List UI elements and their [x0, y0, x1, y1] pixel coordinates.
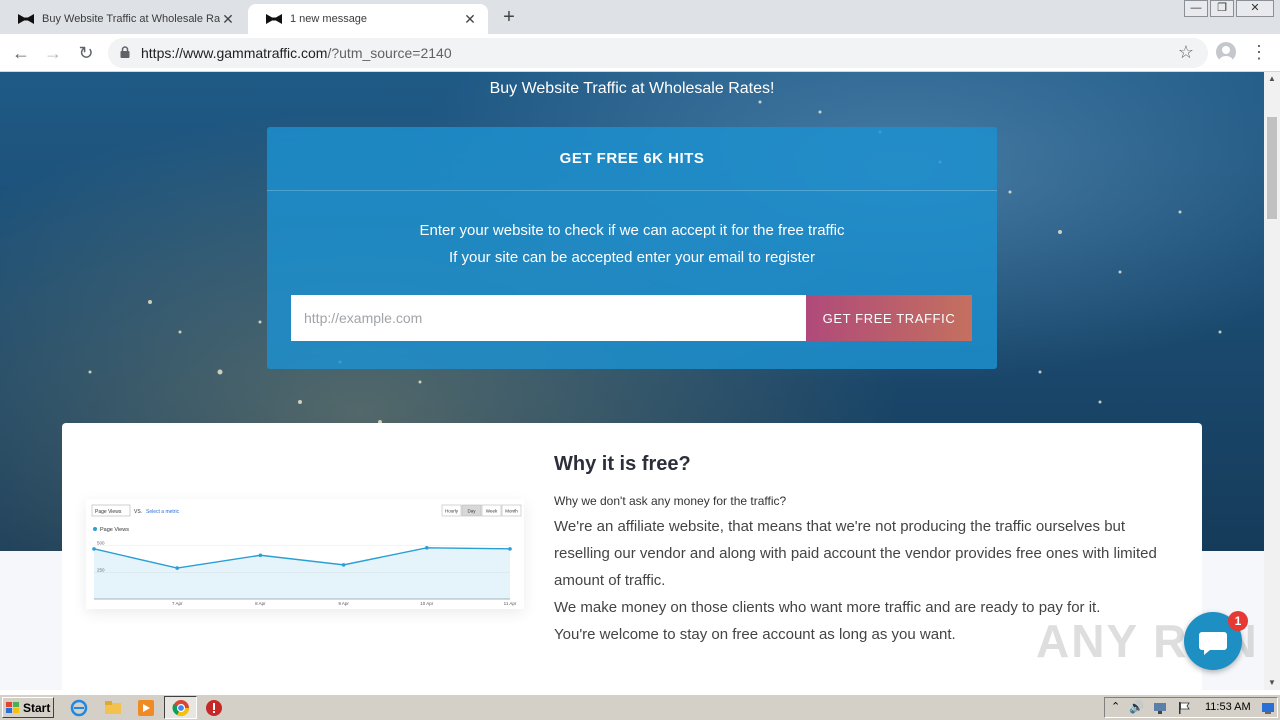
- get-free-traffic-button[interactable]: GET FREE TRAFFIC: [806, 295, 972, 341]
- vs-label: VS.: [134, 509, 142, 515]
- data-point: [341, 563, 346, 567]
- card-line-1: Enter your website to check if we can ac…: [419, 222, 845, 239]
- section-title: Why it is free?: [554, 453, 691, 475]
- tab-title: Buy Website Traffic at Wholesale Ra: [42, 13, 220, 25]
- reload-icon[interactable]: ↻: [75, 42, 97, 64]
- restore-button[interactable]: ❐: [1210, 0, 1234, 17]
- section-subtitle: Why we don't ask any money for the traff…: [554, 494, 787, 508]
- y-tick-label: 500: [97, 541, 105, 546]
- windows-flag-icon: [6, 701, 19, 713]
- page-scrollbar[interactable]: ▲ ▼: [1264, 72, 1280, 690]
- data-point: [425, 546, 429, 550]
- show-desktop-icon[interactable]: [1261, 701, 1275, 715]
- chat-unread-badge: 1: [1228, 611, 1248, 631]
- back-arrow-icon[interactable]: ←: [10, 42, 32, 64]
- internet-explorer-icon[interactable]: [70, 699, 88, 717]
- website-form: GET FREE TRAFFIC: [291, 295, 972, 341]
- tab-close-icon[interactable]: ✕: [462, 11, 478, 28]
- tab-title: 1 new message: [290, 13, 368, 25]
- chart-plot-area: 5002507 Apr8 Apr9 Apr10 Apr11 Apr: [92, 541, 517, 606]
- chrome-icon: [172, 700, 190, 717]
- scroll-up-arrow-icon[interactable]: ▲: [1264, 72, 1280, 86]
- minimize-button[interactable]: —: [1184, 0, 1208, 17]
- stop-sign-icon[interactable]: [205, 699, 223, 717]
- data-point: [175, 566, 179, 570]
- lock-icon: [120, 46, 130, 58]
- range-label-week: Week: [486, 509, 498, 514]
- x-tick-label: 11 Apr: [504, 601, 517, 606]
- website-url-input[interactable]: [291, 295, 806, 341]
- flag-notification-icon[interactable]: [1177, 701, 1191, 715]
- close-window-button[interactable]: ✕: [1236, 0, 1274, 17]
- window-controls: — ❐ ✕: [1182, 0, 1274, 17]
- hero-tagline: Buy Website Traffic at Wholesale Rates!: [489, 80, 775, 97]
- bowtie-favicon-icon: [266, 14, 282, 24]
- clock: 11:53 AM: [1205, 701, 1251, 713]
- start-label: Start: [23, 700, 51, 715]
- data-point: [508, 547, 512, 551]
- tab-buy-website-traffic[interactable]: Buy Website Traffic at Wholesale Ra ✕: [0, 4, 246, 34]
- tab-strip: Buy Website Traffic at Wholesale Ra ✕ 1 …: [0, 0, 1280, 34]
- free-hits-card: GET FREE 6K HITS Enter your website to c…: [267, 127, 997, 369]
- start-button[interactable]: Start: [2, 697, 54, 718]
- x-tick-label: 9 Apr: [338, 601, 349, 606]
- network-icon[interactable]: [1153, 701, 1167, 715]
- page-viewport: Buy Website Traffic at Wholesale Rates! …: [0, 72, 1264, 690]
- browser-toolbar: ← → ↻ https://www.gammatraffic.com/?utm_…: [0, 34, 1280, 72]
- range-label-day: Day: [467, 509, 476, 514]
- url-path: /?utm_source=2140: [327, 45, 452, 61]
- url-host: https://www.gammatraffic.com: [141, 45, 328, 61]
- analytics-chart-image: Page Views VS. Select a metric Hourly Day…: [86, 499, 524, 609]
- page-views-chart: Page Views VS. Select a metric Hourly Day…: [91, 504, 522, 606]
- card-line-2: If your site can be accepted enter your …: [448, 249, 816, 266]
- metric-select-label: Page Views: [95, 509, 122, 515]
- windows-taskbar: Start ⌃ 🔊 11:53 AM: [0, 694, 1280, 720]
- range-label-month: Month: [505, 509, 518, 514]
- tray-expand-icon[interactable]: ⌃: [1111, 700, 1120, 713]
- why-free-section: Page Views VS. Select a metric Hourly Day…: [62, 423, 1202, 690]
- x-tick-label: 10 Apr: [420, 601, 434, 606]
- bookmark-star-icon[interactable]: ☆: [1178, 42, 1194, 63]
- card-title: GET FREE 6K HITS: [267, 127, 997, 191]
- scroll-thumb[interactable]: [1267, 117, 1277, 219]
- x-tick-label: 7 Apr: [172, 601, 183, 606]
- range-buttons: Hourly Day Week Month: [441, 504, 522, 517]
- x-tick-label: 8 Apr: [255, 601, 266, 606]
- legend-label: Page Views: [100, 527, 129, 533]
- chrome-taskbar-button[interactable]: [164, 696, 197, 719]
- forward-arrow-icon[interactable]: →: [42, 42, 64, 64]
- media-player-icon[interactable]: [137, 699, 155, 717]
- tab-new-message[interactable]: 1 new message ✕: [248, 4, 488, 34]
- range-label-hourly: Hourly: [445, 509, 459, 514]
- select-metric-link: Select a metric: [146, 509, 180, 515]
- address-bar[interactable]: https://www.gammatraffic.com/?utm_source…: [108, 38, 1208, 68]
- system-tray: ⌃ 🔊 11:53 AM: [1104, 697, 1278, 718]
- data-point: [258, 553, 263, 558]
- new-tab-plus-icon[interactable]: +: [498, 6, 520, 29]
- folder-icon[interactable]: [104, 699, 122, 717]
- series-area: [94, 547, 510, 599]
- menu-kebab-icon[interactable]: ⋮: [1250, 40, 1268, 64]
- body-paragraph-1: We're an affiliate website, that means t…: [554, 518, 1157, 589]
- legend-dot-icon: [93, 527, 97, 531]
- url-text[interactable]: https://www.gammatraffic.com/?utm_source…: [141, 45, 452, 61]
- card-description: Enter your website to check if we can ac…: [267, 217, 997, 271]
- profile-avatar-icon[interactable]: [1216, 42, 1236, 62]
- tab-close-icon[interactable]: ✕: [220, 11, 236, 28]
- data-point: [92, 547, 96, 551]
- volume-icon[interactable]: 🔊: [1129, 700, 1144, 714]
- bowtie-favicon-icon: [18, 14, 34, 24]
- scroll-down-arrow-icon[interactable]: ▼: [1264, 676, 1280, 690]
